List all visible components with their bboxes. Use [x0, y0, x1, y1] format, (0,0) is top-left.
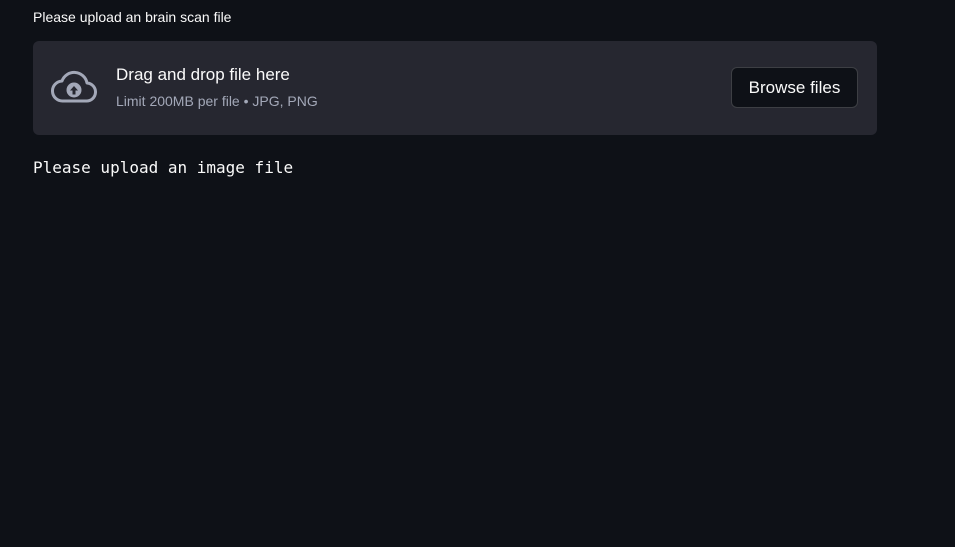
app-root: Please upload an brain scan file Drag an… — [0, 0, 955, 547]
uploader-label: Please upload an brain scan file — [33, 9, 232, 25]
cloud-upload-icon — [51, 68, 97, 108]
dropzone-title: Drag and drop file here — [116, 65, 290, 84]
file-dropzone[interactable]: Drag and drop file here Limit 200MB per … — [33, 41, 877, 135]
dropzone-limits: Limit 200MB per file • JPG, PNG — [116, 93, 318, 109]
status-message: Please upload an image file — [33, 158, 294, 177]
browse-files-button[interactable]: Browse files — [731, 67, 858, 108]
dropzone-instructions: Drag and drop file here Limit 200MB per … — [116, 63, 318, 111]
